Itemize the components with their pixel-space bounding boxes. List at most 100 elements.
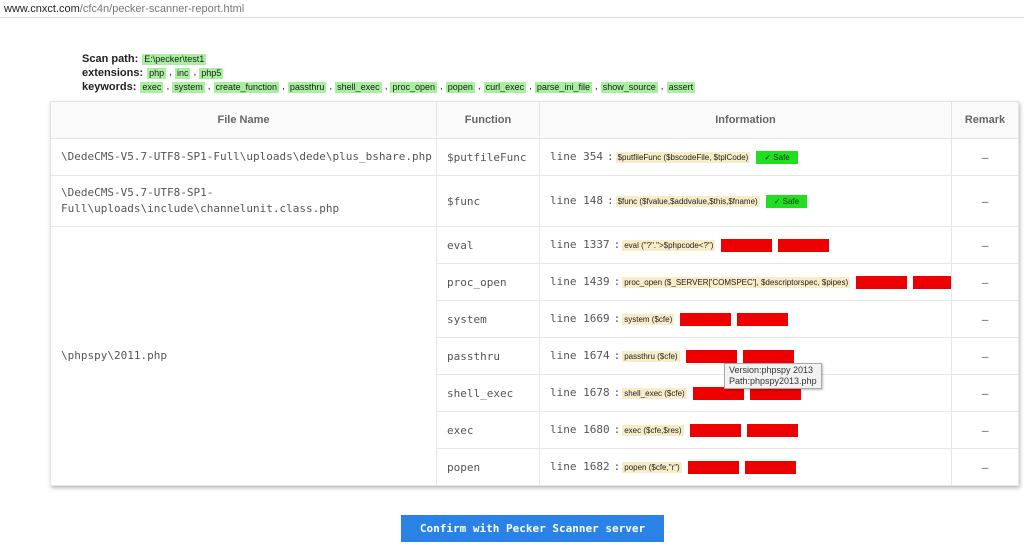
remark-cell: — [951,300,1019,338]
line-number: line 1439 [550,275,610,289]
table-row: \DedeCMS-V5.7-UTF8-SP1-Full\uploads\dede… [50,138,1019,176]
keyword-tag: show_source [600,81,658,93]
keyword-tag: system [172,81,205,93]
separator: , [329,81,333,92]
remark-cell: — [951,226,1019,264]
tooltip-version: Version:phpspy 2013 [729,365,814,375]
colon: : [613,349,621,363]
keyword-tag: passthru [287,81,327,93]
url-path: /cfc4n/pecker-scanner-report.html [79,3,245,15]
code-snippet: system ($cfe) [622,314,675,326]
scan-path-label: Scan path: [82,53,139,65]
danger-badge [744,460,796,474]
file-tooltip: Version:phpspy 2013 Path:phpspy2013.php [724,363,822,389]
code-snippet: shell_exec ($cfe) [622,388,687,400]
file-name-cell: \DedeCMS-V5.7-UTF8-SP1-Full\uploads\incl… [50,175,437,227]
remark-cell: — [951,374,1019,412]
function-cell: $func [436,175,540,227]
colon: : [613,386,621,400]
danger-badge [746,423,798,437]
scan-meta: Scan path: E:\pecker\test1 extensions: p… [82,52,696,94]
keyword-tag: proc_open [390,81,438,93]
danger-badge [721,238,773,252]
scan-report-table: File Name Function Information Remark \D… [50,101,1019,486]
colon: : [606,194,614,208]
line-number: line 1682 [550,460,610,474]
separator: , [660,81,664,92]
danger-badge [742,349,794,363]
remark-cell: — [951,411,1019,449]
line-number: line 1669 [550,312,610,326]
information-cell: line 354: $putfileFunc ($bscodeFile, $tpl… [539,138,952,176]
tooltip-path: Path:phpspy2013.php [729,376,817,386]
line-number: line 1678 [550,386,610,400]
extensions-label: extensions: [82,67,144,79]
separator: , [166,81,170,92]
information-cell: line 1669: system ($cfe) [539,300,952,338]
danger-badge [687,460,739,474]
separator: , [207,81,211,92]
separator: , [169,67,172,78]
danger-badge [689,423,741,437]
file-name-cell: \DedeCMS-V5.7-UTF8-SP1-Full\uploads\dede… [50,138,437,176]
function-cell: shell_exec [436,374,540,412]
separator: , [384,81,388,92]
function-cell: passthru [436,337,540,375]
information-cell: line 1680: exec ($cfe,$res) [539,411,952,449]
remark-cell: — [951,175,1019,227]
separator: , [529,81,532,92]
keyword-tag: exec [140,81,164,93]
colon: : [613,423,621,437]
keyword-tag: create_function [213,81,280,93]
information-cell: line 1682: popen ($cfe,"r") [539,448,952,486]
code-snippet: $func ($fvalue,$addvalue,$this,$fname) [615,196,760,208]
function-cell: proc_open [436,263,540,301]
danger-badge [856,275,908,289]
remark-cell: — [951,138,1019,176]
danger-badge [685,349,737,363]
danger-badge [680,312,732,326]
separator: , [440,81,443,92]
address-bar[interactable]: www.cnxct.com/cfc4n/pecker-scanner-repor… [0,0,1024,18]
header-information: Information [539,101,952,139]
information-cell: line 1337: eval ("?".">$phpcode<?") [539,226,952,264]
code-snippet: proc_open ($_SERVER['COMSPEC'], $descrip… [622,277,851,289]
file-name-cell: \phpspy\2011.php [50,226,437,486]
scan-path-value: E:\pecker\test1 [142,53,207,65]
keyword-tag: popen [445,81,475,93]
function-cell: exec [436,411,540,449]
separator: , [282,81,285,92]
table-row: \phpspy\2011.php eval line 1337: eval ("?".… [50,226,1019,486]
header-file-name: File Name [50,101,437,139]
header-function: Function [436,101,540,139]
function-cell: system [436,300,540,338]
safe-badge: ✓ Safe [756,150,798,164]
colon: : [613,275,621,289]
code-snippet: popen ($cfe,"r") [622,462,682,474]
table-row: \DedeCMS-V5.7-UTF8-SP1-Full\uploads\incl… [50,175,1019,227]
scan-path-row: Scan path: E:\pecker\test1 [82,52,695,66]
table-body: \DedeCMS-V5.7-UTF8-SP1-Full\uploads\dede… [50,138,1019,486]
line-number: line 148 [550,194,603,208]
function-cell: popen [436,448,540,486]
keywords-row: keywords: exec, system, create_function, pa… [82,80,696,94]
remark-cell: — [951,263,1019,301]
line-number: line 354 [550,150,603,164]
function-cell: $putfileFunc [436,138,540,176]
remark-cell: — [951,448,1019,486]
extension-tag: php5 [199,67,224,79]
colon: : [613,238,621,252]
line-number: line 1680 [550,423,610,437]
confirm-button[interactable]: Confirm with Pecker Scanner server [401,515,664,542]
information-cell: line 148: $func ($fvalue,$addvalue,$this,… [539,175,952,227]
header-remark: Remark [951,101,1019,139]
keyword-tag: curl_exec [483,81,527,93]
colon: : [606,150,614,164]
safe-badge: ✓ Safe [765,194,808,208]
url-domain: www.cnxct.com [4,3,80,15]
colon: : [613,460,621,474]
danger-badge [913,275,951,289]
danger-badge [778,238,830,252]
information-cell: line 1439: proc_open ($_SERVER['COMSPEC']… [539,263,952,301]
separator: , [477,81,481,92]
